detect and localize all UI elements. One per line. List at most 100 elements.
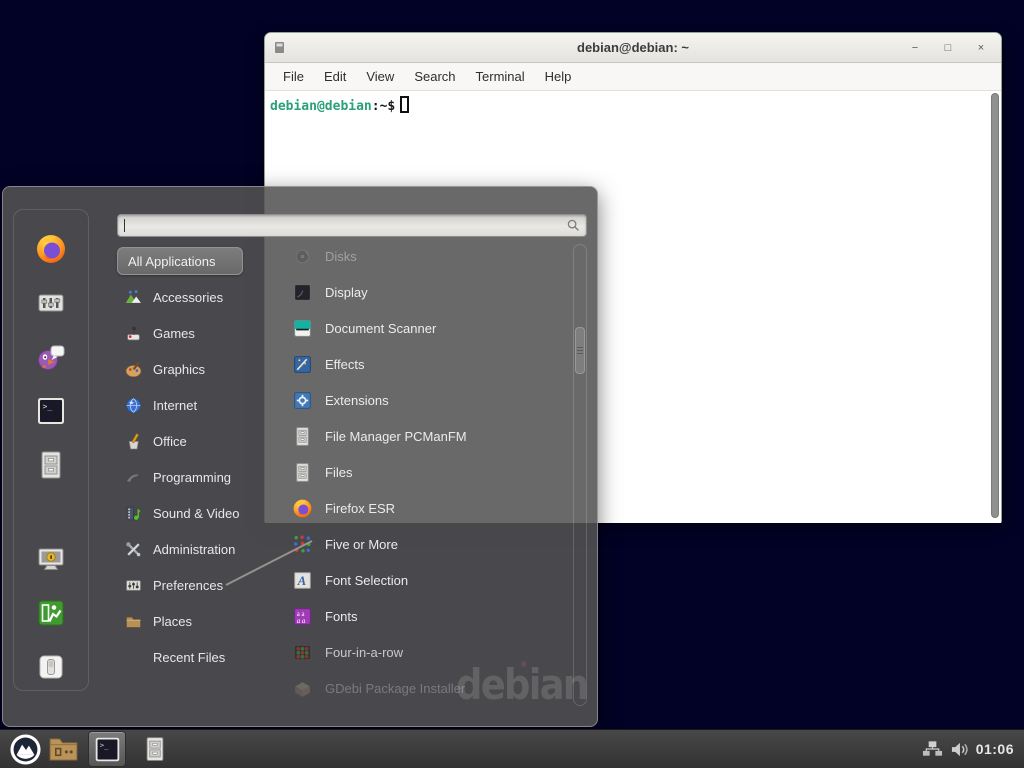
file-cabinet-icon bbox=[35, 449, 67, 481]
category-preferences[interactable]: Preferences bbox=[117, 567, 282, 603]
favorite-pidgin-button[interactable] bbox=[34, 340, 68, 374]
minimize-icon[interactable]: − bbox=[909, 42, 921, 54]
terminal-scrollbar[interactable] bbox=[991, 93, 999, 518]
network-icon[interactable] bbox=[922, 740, 943, 758]
extensions-icon bbox=[292, 390, 313, 411]
prompt-user: debian@debian bbox=[270, 99, 372, 114]
lock-screen-button[interactable] bbox=[34, 542, 68, 576]
file-cabinet-icon bbox=[292, 462, 313, 483]
effects-icon bbox=[292, 354, 313, 375]
pidgin-icon bbox=[35, 341, 67, 373]
five-or-more-icon bbox=[292, 534, 313, 555]
menu-terminal[interactable]: Terminal bbox=[466, 69, 535, 84]
font-selection-icon: A bbox=[292, 570, 313, 591]
file-manager-folder-button[interactable] bbox=[44, 731, 82, 767]
app-five-or-more[interactable]: Five or More bbox=[284, 526, 572, 562]
shut-down-icon bbox=[35, 651, 67, 683]
app-gdebi-package-installer[interactable]: GDebi Package Installer bbox=[284, 670, 572, 706]
menu-scrollbar-thumb[interactable] bbox=[575, 327, 585, 374]
clock[interactable]: 01:06 bbox=[976, 741, 1014, 757]
svg-text:a a: a a bbox=[297, 617, 306, 624]
file-cabinet-icon bbox=[292, 426, 313, 447]
graphics-icon bbox=[125, 361, 142, 378]
disks-icon bbox=[292, 246, 313, 267]
file-cabinet-icon bbox=[141, 735, 169, 763]
category-places[interactable]: Places bbox=[117, 603, 282, 639]
menu-search[interactable]: Search bbox=[404, 69, 465, 84]
app-display[interactable]: Display bbox=[284, 274, 572, 310]
control-center-icon bbox=[35, 287, 67, 319]
text-caret bbox=[124, 219, 125, 232]
display-icon bbox=[292, 282, 313, 303]
menu-button[interactable] bbox=[6, 731, 44, 767]
category-sound-video[interactable]: Sound & Video bbox=[117, 495, 282, 531]
category-graphics[interactable]: Graphics bbox=[117, 351, 282, 387]
category-accessories[interactable]: Accessories bbox=[117, 279, 282, 315]
log-out-icon bbox=[35, 597, 67, 629]
category-list: All Applications Accessories Games Graph… bbox=[117, 247, 282, 675]
log-out-button[interactable] bbox=[34, 596, 68, 630]
prompt-path: :~$ bbox=[372, 99, 395, 114]
app-firefox-esr[interactable]: Firefox ESR bbox=[284, 490, 572, 526]
four-in-a-row-icon bbox=[292, 642, 313, 663]
menu-help[interactable]: Help bbox=[535, 69, 582, 84]
terminal-icon: >_ bbox=[35, 395, 67, 427]
terminal-cursor bbox=[400, 96, 409, 113]
programming-icon bbox=[125, 469, 142, 486]
menu-file[interactable]: File bbox=[273, 69, 314, 84]
svg-text:>_: >_ bbox=[99, 740, 108, 749]
places-icon bbox=[125, 613, 142, 630]
svg-text:>_: >_ bbox=[43, 402, 53, 411]
folder-icon bbox=[48, 736, 79, 763]
menu-search-input[interactable] bbox=[117, 214, 587, 237]
document-scanner-icon bbox=[292, 318, 313, 339]
category-internet[interactable]: Internet bbox=[117, 387, 282, 423]
terminal-menubar: File Edit View Search Terminal Help bbox=[265, 63, 1001, 91]
menu-edit[interactable]: Edit bbox=[314, 69, 356, 84]
files-taskbar-button[interactable] bbox=[136, 731, 174, 767]
app-disks[interactable]: Disks bbox=[284, 238, 572, 274]
app-files[interactable]: Files bbox=[284, 454, 572, 490]
shut-down-button[interactable] bbox=[34, 650, 68, 684]
menu-view[interactable]: View bbox=[356, 69, 404, 84]
preferences-icon bbox=[125, 577, 142, 594]
application-menu: >_ All Applications bbox=[2, 186, 598, 727]
search-icon bbox=[567, 219, 580, 232]
favorite-file-manager-button[interactable] bbox=[34, 448, 68, 482]
favorites-panel: >_ bbox=[13, 209, 89, 691]
app-file-manager-pcmanfm[interactable]: File Manager PCManFM bbox=[284, 418, 572, 454]
favorite-control-center-button[interactable] bbox=[34, 286, 68, 320]
taskbar: >_ 01:06 bbox=[0, 729, 1024, 768]
category-games[interactable]: Games bbox=[117, 315, 282, 351]
app-document-scanner[interactable]: Document Scanner bbox=[284, 310, 572, 346]
desktop[interactable]: debian debian@debian: ~ − □ × File Edit … bbox=[0, 0, 1024, 768]
app-fonts[interactable]: a aa a Fonts bbox=[284, 598, 572, 634]
sound-video-icon bbox=[125, 505, 142, 522]
volume-icon[interactable] bbox=[950, 741, 969, 758]
menu-scrollbar-track[interactable] bbox=[573, 244, 587, 706]
terminal-titlebar[interactable]: debian@debian: ~ − □ × bbox=[265, 33, 1001, 63]
category-recent-files[interactable]: Recent Files bbox=[117, 639, 282, 675]
favorite-firefox-button[interactable] bbox=[34, 232, 68, 266]
app-effects[interactable]: Effects bbox=[284, 346, 572, 382]
firefox-icon bbox=[292, 498, 313, 519]
app-four-in-a-row[interactable]: Four-in-a-row bbox=[284, 634, 572, 670]
favorite-terminal-button[interactable]: >_ bbox=[34, 394, 68, 428]
system-tray: 01:06 bbox=[922, 740, 1018, 758]
category-administration[interactable]: Administration bbox=[117, 531, 282, 567]
app-extensions[interactable]: Extensions bbox=[284, 382, 572, 418]
fonts-icon: a aa a bbox=[292, 606, 313, 627]
category-office[interactable]: Office bbox=[117, 423, 282, 459]
svg-text:A: A bbox=[297, 574, 306, 588]
maximize-icon[interactable]: □ bbox=[942, 42, 954, 54]
close-icon[interactable]: × bbox=[975, 42, 987, 54]
internet-icon bbox=[125, 397, 142, 414]
category-programming[interactable]: Programming bbox=[117, 459, 282, 495]
firefox-icon bbox=[35, 233, 67, 265]
category-all-applications[interactable]: All Applications bbox=[117, 247, 243, 275]
terminal-taskbar-button[interactable]: >_ bbox=[88, 731, 126, 767]
menu-logo-icon bbox=[9, 733, 42, 766]
window-title: debian@debian: ~ bbox=[265, 40, 1001, 55]
terminal-icon: >_ bbox=[93, 735, 122, 764]
app-font-selection[interactable]: A Font Selection bbox=[284, 562, 572, 598]
